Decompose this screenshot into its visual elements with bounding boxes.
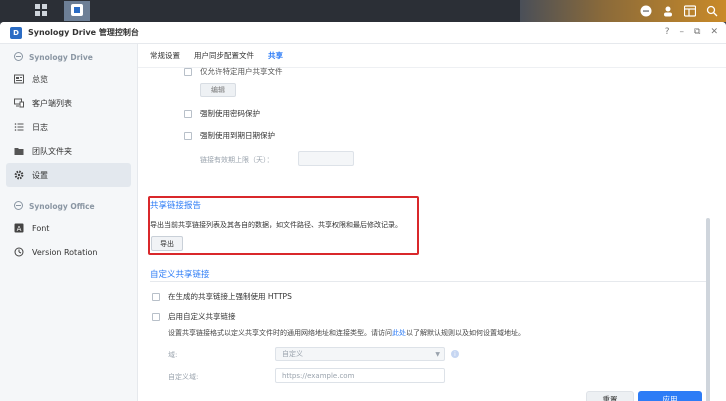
drive-taskbar-button[interactable] — [64, 1, 90, 21]
sidebar-item-team-folder[interactable]: 团队文件夹 — [6, 139, 131, 163]
sidebar-item-overview[interactable]: 总览 — [6, 67, 131, 91]
force-password-row[interactable]: 强制使用密码保护 — [184, 108, 260, 119]
force-password-label: 强制使用密码保护 — [200, 109, 260, 118]
main-menu-button[interactable] — [28, 1, 54, 21]
minimize-icon[interactable]: – — [680, 27, 685, 37]
reset-button[interactable]: 重置 — [586, 391, 634, 401]
sidebar-section-drive: Synology Drive — [0, 44, 137, 67]
sidebar: Synology Drive 总览 客户端列表 日志 团队文件夹 设置 Syno… — [0, 44, 138, 401]
chat-icon[interactable] — [638, 3, 654, 19]
domain-select[interactable]: 自定义 ▼ — [275, 347, 445, 361]
drive-admin-window: D Synology Drive 管理控制台 ? – ⧉ ✕ Synology … — [0, 22, 726, 401]
sidebar-item-settings[interactable]: 设置 — [6, 163, 131, 187]
custom-domain-input[interactable]: https://example.com — [275, 368, 445, 383]
chevron-down-icon: ▼ — [435, 351, 440, 358]
help-icon[interactable]: ? — [665, 27, 670, 37]
force-password-checkbox[interactable] — [184, 109, 192, 118]
partial-option-label: 仅允许特定用户共享文件 — [200, 67, 283, 76]
window-title: Synology Drive 管理控制台 — [28, 28, 139, 37]
drive-section-icon — [14, 52, 23, 63]
widget-icon[interactable] — [682, 3, 698, 19]
grid-icon — [35, 4, 47, 18]
client-list-icon — [14, 98, 24, 108]
restore-icon[interactable]: ⧉ — [694, 27, 700, 37]
settings-content: 仅允许特定用户共享文件 编辑 强制使用密码保护 强制使用到期日期保护 链接有效期… — [138, 66, 712, 401]
domain-select-value: 自定义 — [282, 350, 303, 358]
sidebar-item-version-rotation[interactable]: Version Rotation — [6, 240, 131, 264]
gear-icon — [14, 170, 24, 180]
sidebar-item-label: 团队文件夹 — [32, 146, 72, 156]
force-expiry-label: 强制使用到期日期保护 — [200, 131, 275, 140]
sidebar-item-client-list[interactable]: 客户端列表 — [6, 91, 131, 115]
log-icon — [14, 122, 24, 132]
edit-button[interactable]: 编辑 — [200, 83, 236, 97]
office-section-icon — [14, 201, 23, 212]
domain-label: 域: — [168, 351, 178, 359]
close-icon[interactable]: ✕ — [710, 27, 718, 37]
search-icon[interactable] — [704, 3, 720, 19]
force-expiry-checkbox[interactable] — [184, 131, 192, 140]
custom-share-description: 设置共享链接格式以定义共享文件时的通用网络地址和连接类型。请访问此处以了解默认规… — [168, 329, 525, 337]
enable-custom-row[interactable]: 启用自定义共享链接 — [152, 311, 236, 322]
sidebar-item-label: 设置 — [32, 170, 48, 180]
enable-custom-checkbox[interactable] — [152, 312, 160, 321]
user-icon[interactable] — [660, 3, 676, 19]
export-button[interactable]: 导出 — [151, 236, 183, 251]
partial-option-checkbox[interactable] — [184, 67, 192, 76]
share-report-title: 共享链接报告 — [150, 201, 202, 211]
share-report-description: 导出当前共享链接列表及其各自的数据，如文件路径、共享权限和最后修改记录。 — [150, 221, 402, 229]
expiry-limit-input[interactable] — [298, 151, 354, 166]
sidebar-item-label: Font — [32, 223, 50, 233]
sidebar-item-label: 客户端列表 — [32, 98, 72, 108]
expiry-limit-label: 链接有效期上限（天）： — [200, 156, 274, 164]
svg-text:A: A — [17, 225, 22, 233]
sidebar-item-label: 总览 — [32, 74, 48, 84]
tab-bar: 常规设置 用户同步配置文件 共享 — [138, 44, 726, 68]
tab-general[interactable]: 常规设置 — [150, 44, 180, 68]
tab-sharing[interactable]: 共享 — [268, 44, 283, 68]
window-titlebar: D Synology Drive 管理控制台 ? – ⧉ ✕ — [0, 22, 726, 44]
drive-app-icon — [71, 4, 83, 18]
sidebar-item-font[interactable]: A Font — [6, 216, 131, 240]
vertical-scrollbar[interactable] — [706, 218, 710, 401]
enable-custom-label: 启用自定义共享链接 — [168, 312, 236, 321]
sidebar-item-label: Version Rotation — [32, 247, 98, 257]
team-folder-icon — [14, 146, 24, 156]
sidebar-item-label: 日志 — [32, 122, 48, 132]
drive-logo-icon: D — [10, 26, 22, 39]
overview-icon — [14, 74, 24, 84]
custom-domain-label: 自定义域: — [168, 373, 199, 381]
history-icon — [14, 247, 24, 257]
main-panel: 常规设置 用户同步配置文件 共享 仅允许特定用户共享文件 编辑 强制使用密码保护… — [138, 44, 726, 401]
desktop-taskbar — [0, 0, 726, 22]
apply-button[interactable]: 应用 — [638, 391, 702, 401]
info-icon[interactable]: i — [451, 350, 459, 358]
force-https-row[interactable]: 在生成的共享链接上强制使用 HTTPS — [152, 291, 292, 302]
help-link[interactable]: 此处 — [392, 329, 406, 337]
force-https-label: 在生成的共享链接上强制使用 HTTPS — [168, 292, 292, 301]
font-icon: A — [14, 223, 24, 233]
sidebar-section-office: Synology Office — [0, 193, 137, 216]
custom-share-title: 自定义共享链接 — [150, 270, 210, 280]
tab-user-sync-profile[interactable]: 用户同步配置文件 — [194, 44, 254, 68]
force-https-checkbox[interactable] — [152, 292, 160, 301]
sidebar-item-log[interactable]: 日志 — [6, 115, 131, 139]
partial-option-row[interactable]: 仅允许特定用户共享文件 — [184, 66, 283, 77]
force-expiry-row[interactable]: 强制使用到期日期保护 — [184, 130, 275, 141]
section-divider — [150, 281, 706, 282]
